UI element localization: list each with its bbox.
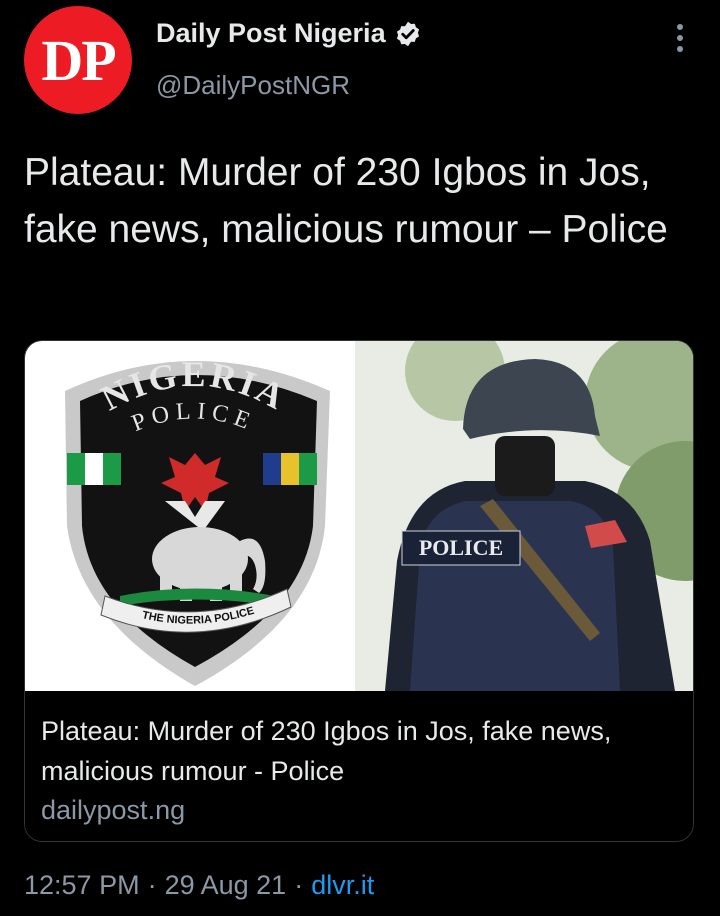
account-name-row[interactable]: Daily Post Nigeria — [156, 18, 422, 49]
police-illustration: POLICE NIGERIA POLICE THE NIGERIA POLICE — [65, 341, 693, 691]
tweet-time[interactable]: 12:57 PM — [24, 870, 140, 901]
tweet-text: Plateau: Murder of 230 Igbos in Jos, fak… — [24, 151, 668, 251]
verified-badge-icon — [396, 21, 419, 46]
link-card-image[interactable]: POLICE NIGERIA POLICE THE NIGERIA POLICE — [25, 341, 693, 691]
tweet-meta: 12:57 PM · 29 Aug 21 · dlvr.it — [24, 870, 374, 901]
link-card[interactable]: POLICE NIGERIA POLICE THE NIGERIA POLICE… — [24, 340, 694, 842]
meta-separator: · — [294, 870, 304, 900]
link-card-domain: dailypost.ng — [41, 795, 186, 825]
link-card-body[interactable]: Plateau: Murder of 230 Igbos in Jos, fak… — [25, 691, 693, 841]
more-options-icon[interactable] — [668, 22, 692, 54]
link-card-title[interactable]: Plateau: Murder of 230 Igbos in Jos, fak… — [41, 711, 681, 791]
tweet-source-link[interactable]: dlvr.it — [311, 870, 374, 901]
tweet-date[interactable]: 29 Aug 21 — [165, 870, 287, 901]
vest-text: POLICE — [419, 535, 503, 560]
meta-separator: · — [147, 870, 157, 900]
display-name[interactable]: Daily Post Nigeria — [156, 18, 386, 49]
account-handle[interactable]: @DailyPostNGR — [156, 70, 350, 101]
avatar[interactable]: DP — [24, 6, 132, 114]
avatar-text: DP — [41, 27, 116, 93]
